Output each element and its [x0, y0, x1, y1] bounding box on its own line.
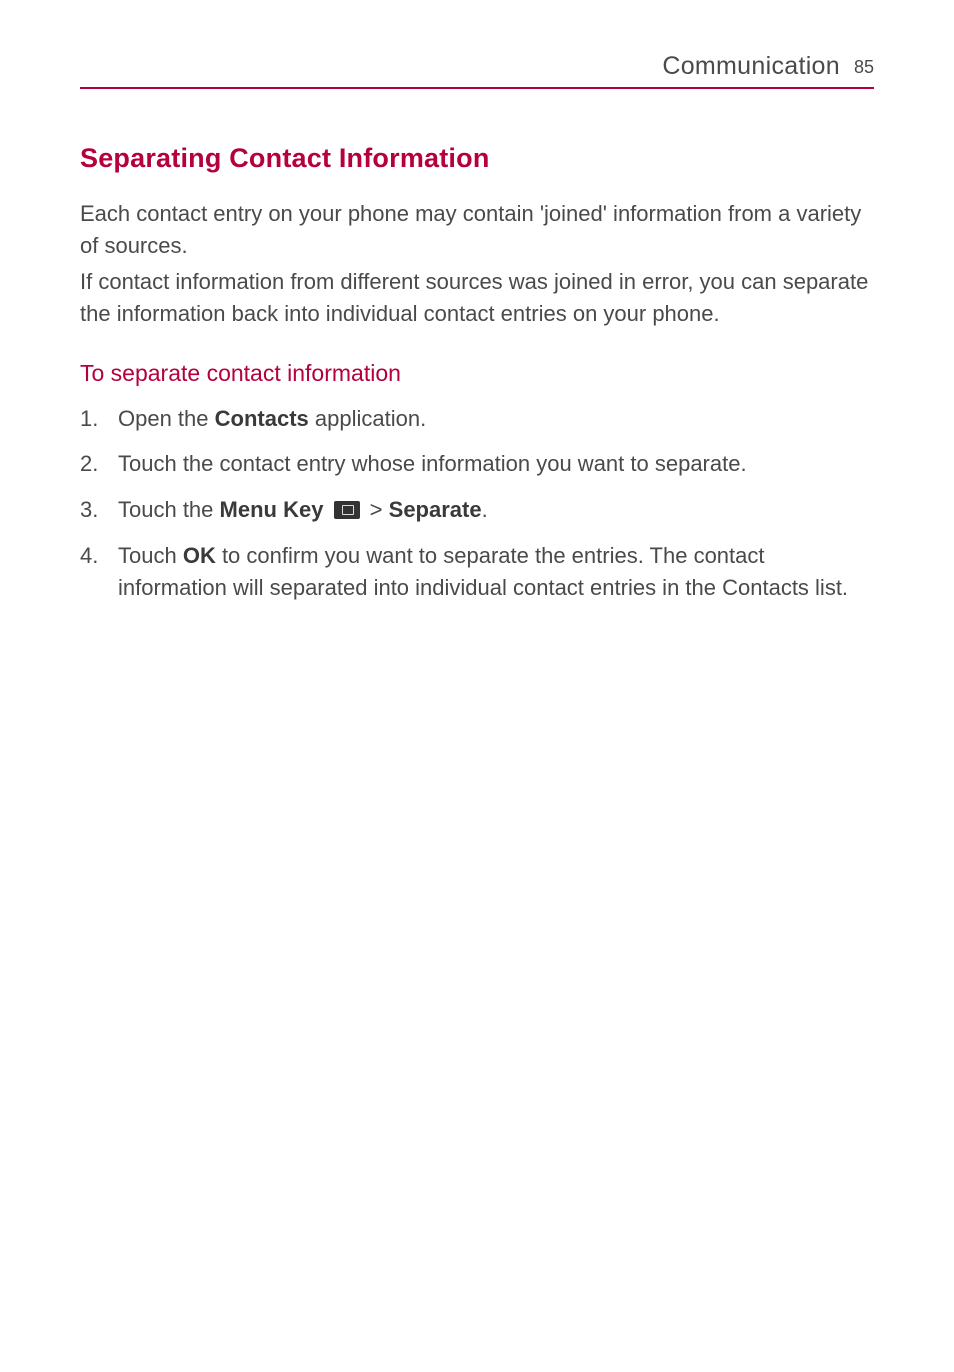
- list-item: 3. Touch the Menu Key > Separate.: [80, 494, 874, 526]
- header-title: Communication: [662, 52, 840, 81]
- list-number: 4.: [80, 540, 98, 572]
- page-number: 85: [854, 57, 874, 78]
- list-text: Touch the Menu Key > Separate.: [118, 497, 488, 522]
- step-list: 1. Open the Contacts application. 2. Tou…: [80, 403, 874, 604]
- list-text: Touch OK to confirm you want to separate…: [118, 543, 848, 600]
- bold-text: Separate: [389, 497, 482, 522]
- list-text: Touch the contact entry whose informatio…: [118, 451, 747, 476]
- intro-para-1: Each contact entry on your phone may con…: [80, 198, 874, 262]
- page-header: Communication 85: [80, 52, 874, 89]
- sub-heading: To separate contact information: [80, 360, 874, 387]
- intro-block: Each contact entry on your phone may con…: [80, 198, 874, 330]
- list-item: 4. Touch OK to confirm you want to separ…: [80, 540, 874, 604]
- intro-para-2: If contact information from different so…: [80, 266, 874, 330]
- bold-text: Contacts: [215, 406, 309, 431]
- page-content: Communication 85 Separating Contact Info…: [0, 0, 954, 678]
- bold-text: OK: [183, 543, 216, 568]
- menu-key-icon: [334, 501, 360, 519]
- list-number: 3.: [80, 494, 98, 526]
- list-item: 1. Open the Contacts application.: [80, 403, 874, 435]
- list-item: 2. Touch the contact entry whose informa…: [80, 448, 874, 480]
- section-heading: Separating Contact Information: [80, 143, 874, 174]
- list-number: 2.: [80, 448, 98, 480]
- list-text: Open the Contacts application.: [118, 406, 426, 431]
- list-number: 1.: [80, 403, 98, 435]
- bold-text: Menu Key: [220, 497, 324, 522]
